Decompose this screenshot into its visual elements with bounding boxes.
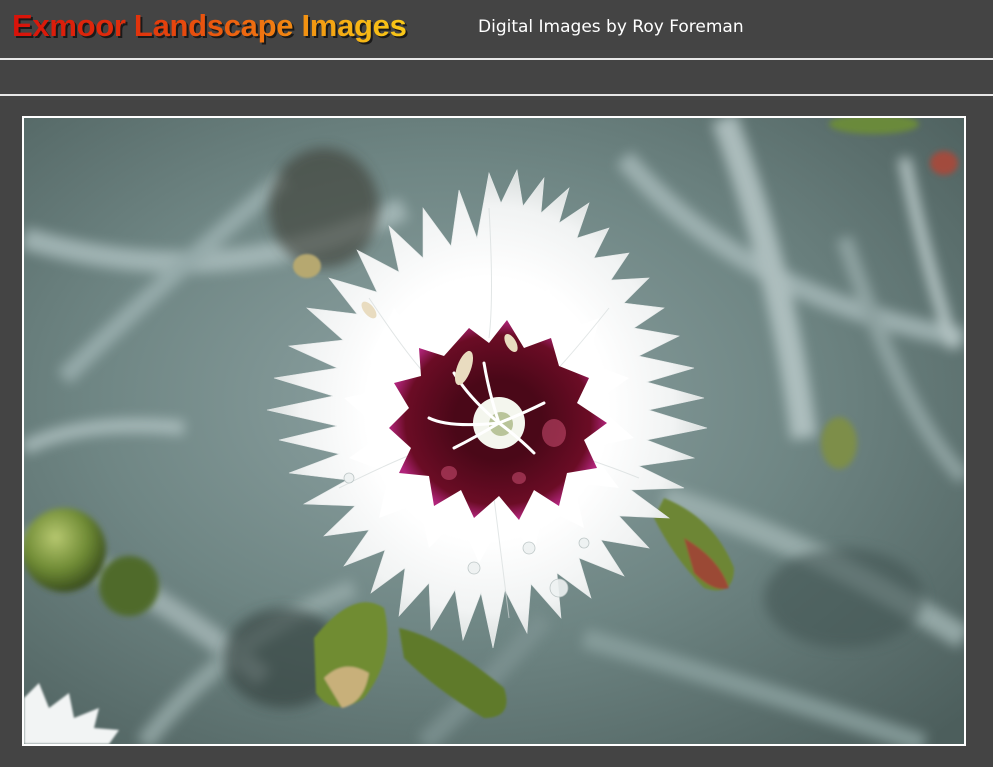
site-subtitle: Digital Images by Roy Foreman [478,17,744,37]
nav-bar [0,60,993,94]
flower-photo[interactable] [24,118,964,744]
page: Exmoor Landscape Images Exmoor Landscape… [0,0,993,767]
header: Exmoor Landscape Images Exmoor Landscape… [0,0,993,58]
nav-divider [0,94,993,96]
site-title[interactable]: Exmoor Landscape Images [12,8,407,44]
photo-frame[interactable] [22,116,966,746]
